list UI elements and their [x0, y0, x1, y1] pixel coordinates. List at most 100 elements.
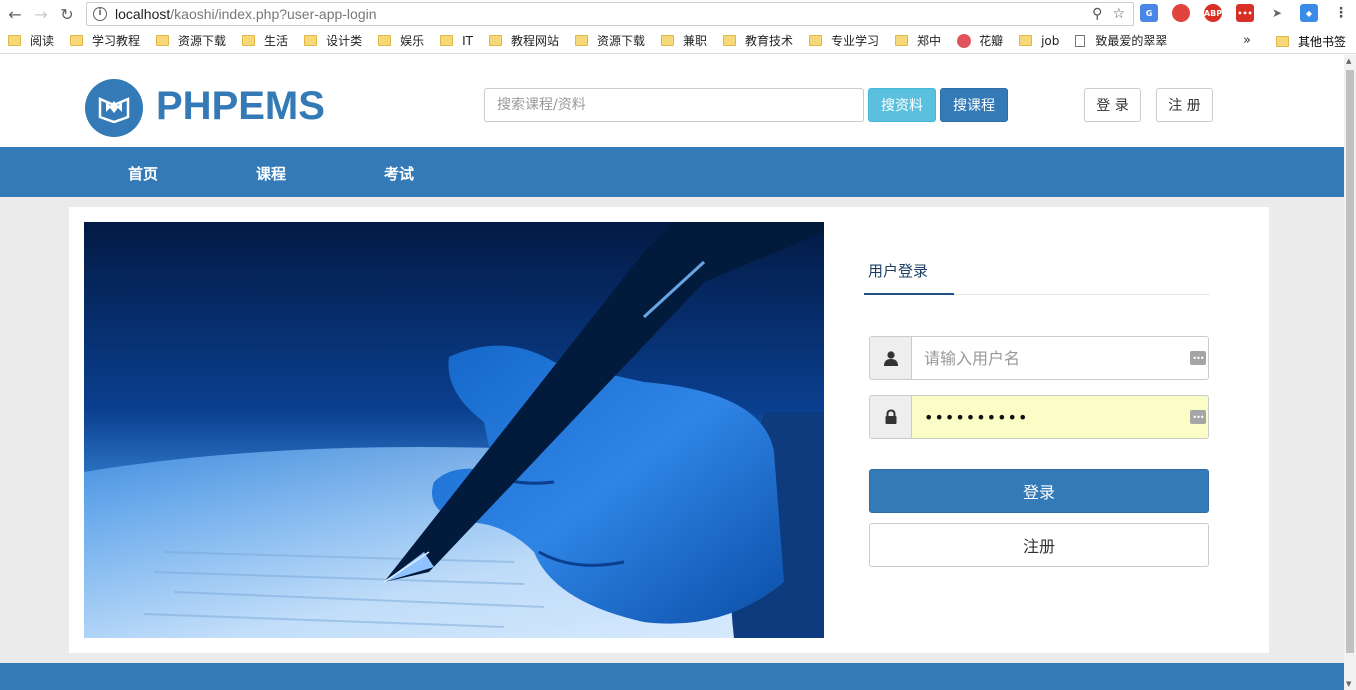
password-input[interactable] — [912, 396, 1208, 438]
tab-user-login[interactable]: 用户登录 — [868, 260, 928, 281]
bookmark-label: 兼职 — [683, 34, 708, 48]
bookmark-label: 阅读 — [30, 34, 55, 48]
username-input[interactable] — [912, 337, 1208, 379]
reload-icon[interactable]: ↻ — [56, 3, 78, 25]
password-field: ••• — [869, 395, 1209, 439]
footer — [0, 663, 1344, 690]
url-host: localhost — [115, 6, 171, 22]
bookmark-label: 教程网站 — [510, 34, 559, 48]
url-path: /kaoshi/index.php?user-app-login — [170, 6, 377, 22]
translate-icon[interactable]: G — [1140, 4, 1158, 22]
bookmark-item[interactable]: 花瓣 — [957, 32, 1003, 49]
folder-icon — [1276, 36, 1289, 47]
search-course-button[interactable]: 搜课程 — [940, 88, 1008, 122]
tab-active-indicator — [864, 293, 954, 295]
bookmark-item[interactable]: 生活 — [242, 32, 288, 49]
extension-dots-icon[interactable]: ••• — [1236, 4, 1254, 22]
bookmark-label: 资源下载 — [178, 34, 227, 48]
password-manager-icon[interactable]: ••• — [1190, 351, 1206, 365]
bookmark-label: 资源下载 — [596, 34, 645, 48]
bookmark-label: job — [1041, 33, 1060, 48]
folder-icon — [378, 35, 392, 46]
star-icon[interactable]: ☆ — [1112, 6, 1125, 22]
site-header: PHPEMS 搜资料 搜课程 登 录 注 册 — [0, 55, 1344, 147]
bookmark-item[interactable]: job — [1019, 34, 1059, 48]
bookmark-item[interactable]: 资源下载 — [156, 32, 226, 49]
username-field: ••• — [869, 336, 1209, 380]
search-input[interactable] — [484, 88, 864, 122]
bookmark-item[interactable]: 资源下载 — [574, 32, 645, 49]
scroll-up-icon[interactable]: ▲ — [1346, 57, 1351, 65]
url-text: localhost/kaoshi/index.php?user-app-logi… — [115, 6, 377, 22]
bookmark-item[interactable]: 娱乐 — [378, 32, 424, 49]
menu-icon[interactable]: ⋮ — [1332, 4, 1350, 22]
bookmarks-bar: 阅读 学习教程 资源下载 生活 设计类 娱乐 IT 教程网站 资源下载 兼职 教育技术 专业学习 郑中 花… — [0, 28, 1356, 54]
scroll-thumb[interactable] — [1346, 70, 1354, 653]
bookmark-item[interactable]: 专业学习 — [809, 32, 879, 49]
bookmarks-more-icon[interactable]: » — [1243, 33, 1251, 48]
nav-item-home[interactable]: 首页 — [128, 163, 158, 184]
bookmark-item[interactable]: 设计类 — [304, 32, 362, 49]
scroll-down-icon[interactable]: ▼ — [1346, 680, 1351, 688]
folder-icon — [1019, 35, 1033, 46]
extension-red-icon[interactable] — [1172, 4, 1190, 22]
other-bookmarks[interactable]: 其他书签 — [1276, 33, 1346, 50]
hero-image-writing-hand — [84, 222, 824, 638]
other-bookmarks-label: 其他书签 — [1298, 35, 1347, 49]
adblock-icon[interactable]: ABP — [1204, 4, 1222, 22]
bookmark-label: 教育技术 — [745, 34, 794, 48]
nav-item-courses[interactable]: 课程 — [256, 163, 286, 184]
back-icon[interactable]: ← — [4, 3, 26, 25]
bookmark-item[interactable]: 阅读 — [8, 32, 54, 49]
folder-icon — [70, 35, 84, 46]
nav-item-exams[interactable]: 考试 — [384, 163, 414, 184]
folder-icon — [8, 35, 21, 46]
bookmark-item[interactable]: 郑中 — [895, 32, 941, 49]
bookmark-item[interactable]: 教程网站 — [488, 32, 559, 49]
bookmark-label: 学习教程 — [92, 34, 141, 48]
bookmark-label: 郑中 — [917, 34, 942, 48]
bookmark-label: 生活 — [264, 34, 289, 48]
folder-icon — [440, 35, 454, 46]
bookmark-item[interactable]: 学习教程 — [70, 32, 140, 49]
folder-icon — [574, 35, 588, 46]
bookmark-item[interactable]: 教育技术 — [723, 32, 793, 49]
register-button[interactable]: 注册 — [869, 523, 1209, 567]
folder-icon — [156, 35, 170, 46]
key-icon[interactable]: ⚲ — [1092, 6, 1102, 22]
page-icon — [1075, 34, 1086, 47]
browser-toolbar: ← → ↻ i localhost/kaoshi/index.php?user-… — [0, 0, 1356, 28]
login-card: 用户登录 ••• ••• 登录 注册 — [69, 207, 1269, 653]
main-nav: 首页 课程 考试 — [0, 147, 1344, 197]
logo-text[interactable]: PHPEMS — [156, 84, 325, 129]
logo-icon[interactable] — [85, 79, 143, 137]
login-submit-button[interactable]: 登录 — [869, 469, 1209, 513]
huaban-icon — [957, 33, 972, 48]
header-login-button[interactable]: 登 录 — [1084, 88, 1141, 122]
bookmark-item[interactable]: 兼职 — [661, 32, 707, 49]
header-register-button[interactable]: 注 册 — [1156, 88, 1213, 122]
search-material-button[interactable]: 搜资料 — [868, 88, 936, 122]
folder-icon — [723, 35, 737, 46]
bookmark-item[interactable]: IT — [440, 34, 473, 48]
bookmark-label: 致最爱的翠翠 — [1095, 34, 1168, 48]
address-bar[interactable]: i localhost/kaoshi/index.php?user-app-lo… — [86, 2, 1134, 26]
folder-icon — [809, 35, 823, 46]
folder-icon — [304, 35, 318, 46]
bookmark-label: 设计类 — [326, 34, 363, 48]
forward-icon[interactable]: → — [30, 3, 52, 25]
bookmark-item[interactable]: 致最爱的翠翠 — [1075, 32, 1167, 49]
bookmark-label: IT — [462, 33, 473, 48]
password-manager-icon[interactable]: ••• — [1190, 410, 1206, 424]
cursor-icon[interactable]: ➤ — [1268, 4, 1286, 22]
page: PHPEMS 搜资料 搜课程 登 录 注 册 首页 课程 考试 — [0, 55, 1344, 690]
bookmark-label: 花瓣 — [979, 34, 1004, 48]
folder-icon — [488, 35, 502, 46]
folder-icon — [895, 35, 909, 46]
user-icon — [870, 337, 912, 379]
folder-icon — [242, 35, 256, 46]
info-icon[interactable]: i — [93, 7, 107, 21]
extension-blue-icon[interactable]: ◆ — [1300, 4, 1318, 22]
scrollbar[interactable]: ▲ ▼ — [1344, 55, 1356, 690]
folder-icon — [661, 35, 674, 46]
